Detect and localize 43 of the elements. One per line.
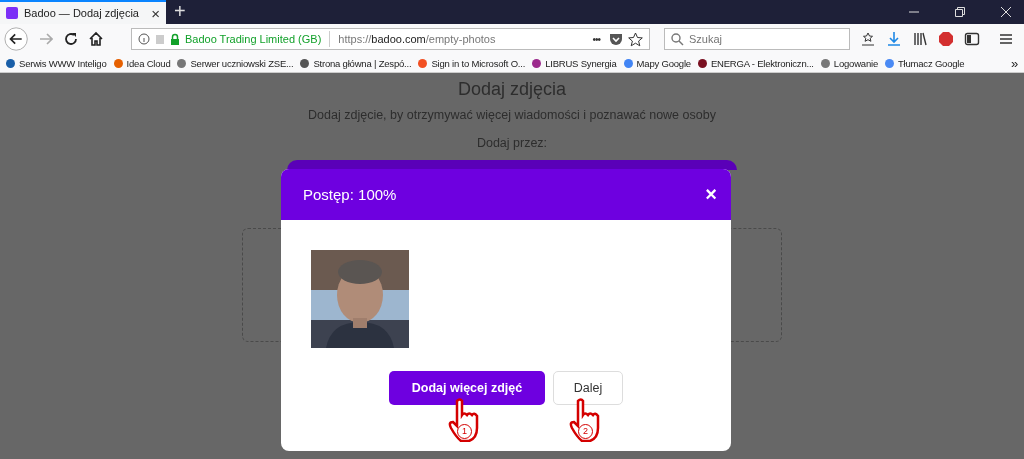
adblock-icon[interactable]	[938, 31, 954, 47]
info-icon[interactable]	[137, 33, 150, 45]
screenshot-icon[interactable]	[860, 31, 876, 47]
close-tab-button[interactable]: ×	[151, 4, 160, 22]
add-via-label: Dodaj przez:	[476, 136, 548, 150]
lock-icon	[169, 33, 180, 45]
dialog-title: Postęp: 100%	[303, 186, 397, 203]
reload-icon[interactable]	[63, 31, 79, 47]
restore-icon[interactable]	[954, 6, 966, 18]
bookmark-item[interactable]: Logowanie	[820, 57, 878, 69]
bookmark-item[interactable]: LIBRUS Synergia	[532, 57, 617, 69]
new-tab-button[interactable]: +	[166, 0, 194, 24]
home-icon[interactable]	[88, 31, 103, 47]
bookmark-item[interactable]: ENERGA - Elektroniczn...	[697, 57, 814, 69]
close-icon[interactable]	[1000, 6, 1012, 18]
bookmark-item[interactable]: Sign in to Microsoft O...	[418, 57, 526, 69]
search-field[interactable]: Szukaj	[664, 28, 850, 50]
bookmark-item[interactable]: Serwer uczniowski ZSE...	[177, 57, 294, 69]
bookmark-item[interactable]: Tłumacz Google	[884, 57, 965, 69]
download-icon[interactable]	[886, 31, 902, 47]
pocket-icon[interactable]	[609, 32, 623, 46]
more-bookmarks-button[interactable]: »	[1010, 55, 1018, 71]
back-icon[interactable]	[4, 26, 29, 52]
bookmark-item[interactable]: Mapy Google	[623, 57, 691, 69]
next-button[interactable]: Dalej	[553, 371, 623, 405]
tab-title: Badoo — Dodaj zdjęcia	[24, 7, 140, 19]
bookmark-item[interactable]: Serwis WWW Inteligo	[6, 57, 107, 69]
site-identity: Badoo Trading Limited (GB)	[184, 33, 322, 45]
library-icon[interactable]	[912, 31, 928, 47]
search-icon	[671, 33, 684, 46]
url-text: https://badoo.com/empty-photos	[338, 33, 497, 45]
page-icon	[154, 33, 165, 45]
page-title: Dodaj zdjęcia	[457, 79, 567, 100]
sidebar-icon[interactable]	[964, 31, 980, 47]
page-actions-button[interactable]: •••	[592, 33, 600, 45]
close-button[interactable]: ×	[705, 183, 717, 206]
bookmark-item[interactable]: Idea Cloud	[113, 57, 171, 69]
bookmark-item[interactable]: Strona główna | Zespó...	[300, 57, 412, 69]
menu-icon[interactable]	[998, 31, 1014, 47]
add-more-photos-button[interactable]: Dodaj więcej zdjęć	[389, 371, 545, 405]
browser-tab[interactable]: Badoo — Dodaj zdjęcia ×	[0, 0, 166, 24]
star-icon[interactable]	[628, 31, 643, 47]
address-bar[interactable]: Badoo Trading Limited (GB) https://badoo.com/empty-photos •••	[130, 28, 650, 50]
